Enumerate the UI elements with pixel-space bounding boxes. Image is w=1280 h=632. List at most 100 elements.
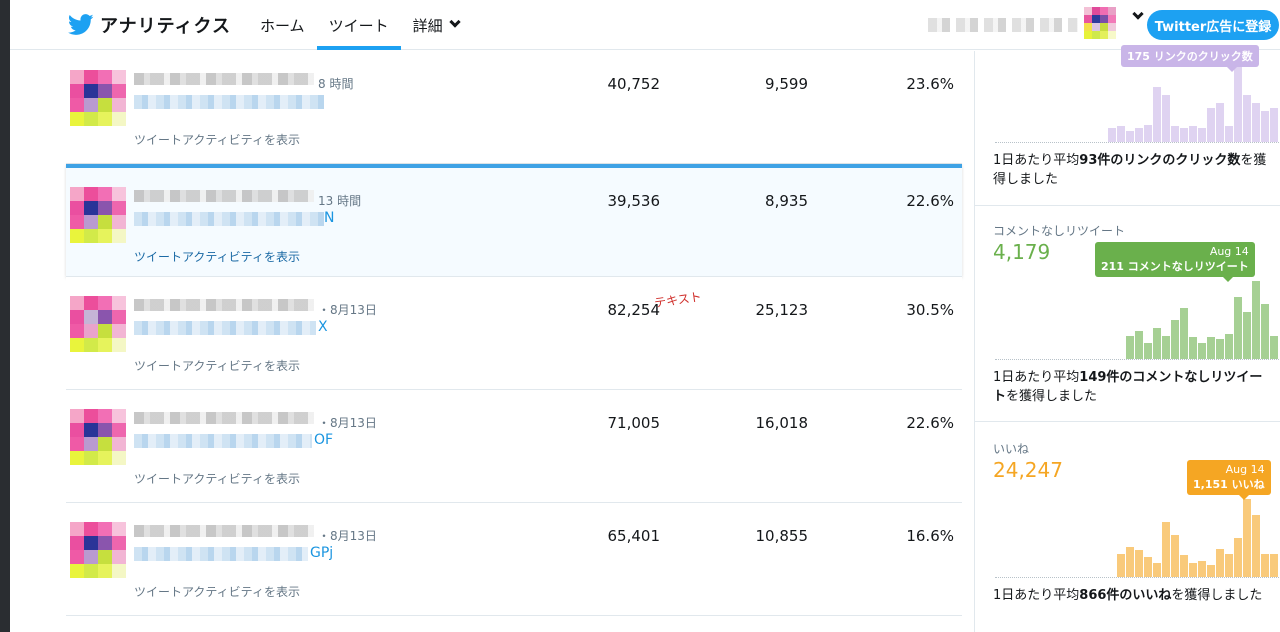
tooltip-date: Aug 14 <box>1225 463 1265 476</box>
engagements-value: 25,123 <box>755 301 809 319</box>
nav-more[interactable]: 詳細 <box>401 0 471 50</box>
window-frame-left <box>0 0 10 632</box>
chart-bar[interactable] <box>1162 95 1170 142</box>
engagement-rate-value: 22.6% <box>906 414 954 432</box>
chart-bar[interactable] <box>1198 343 1206 359</box>
chart-bar[interactable] <box>1216 549 1224 577</box>
tweet-link-fragment[interactable]: GPj <box>310 545 333 561</box>
blurred-author-name <box>134 412 314 424</box>
chart-bar[interactable] <box>1225 126 1233 142</box>
chart-bar[interactable] <box>1180 555 1188 577</box>
chart-bar[interactable] <box>1198 561 1206 577</box>
chart-bar[interactable] <box>1117 126 1125 142</box>
chart-bar[interactable] <box>1189 563 1197 577</box>
tweet-time: ・8月13日 <box>318 529 377 543</box>
retweets-bar-chart[interactable] <box>995 280 1280 360</box>
view-tweet-activity-link[interactable]: ツイートアクティビティを表示 <box>134 583 300 600</box>
chart-bar[interactable] <box>1189 337 1197 359</box>
chart-bar[interactable] <box>1252 515 1260 577</box>
chart-bar[interactable] <box>1225 334 1233 359</box>
chart-bar[interactable] <box>1135 331 1143 359</box>
chart-bar[interactable] <box>1144 343 1152 359</box>
chart-bar[interactable] <box>1135 128 1143 142</box>
tweet-row[interactable]: ・8月13日 OF ツイートアクティビティを表示 71,005 16,018 2… <box>66 390 962 503</box>
chart-bar[interactable] <box>1234 64 1242 142</box>
chart-bar[interactable] <box>1261 111 1269 142</box>
blurred-tweet-text[interactable] <box>134 321 316 335</box>
chart-bar[interactable] <box>1171 126 1179 142</box>
chart-bar[interactable] <box>1117 554 1125 577</box>
brand[interactable]: アナリティクス <box>68 12 231 38</box>
twitter-ads-signup-button[interactable]: Twitter広告に登録 <box>1147 10 1279 40</box>
chart-bar[interactable] <box>1216 339 1224 359</box>
tweet-link-fragment[interactable]: X <box>318 319 328 335</box>
retweets-summary: 1日あたり平均149件のコメントなしリツイートを獲得しました <box>993 368 1271 406</box>
view-tweet-activity-link[interactable]: ツイートアクティビティを表示 <box>134 357 300 374</box>
chart-bar[interactable] <box>1243 312 1251 359</box>
chart-bar[interactable] <box>1180 308 1188 359</box>
nav-home[interactable]: ホーム <box>248 0 317 50</box>
summary-prefix: 1日あたり平均 <box>993 370 1080 385</box>
chart-bar[interactable] <box>1243 95 1251 142</box>
tweet-row-selected[interactable]: 13 時間 N ツイートアクティビティを表示 39,536 8,935 22.6… <box>66 164 962 277</box>
link-clicks-bar-chart[interactable] <box>995 63 1280 143</box>
link-clicks-tooltip: 175 リンクのクリック数 <box>1121 45 1259 72</box>
view-tweet-activity-link[interactable]: ツイートアクティビティを表示 <box>134 248 300 265</box>
chart-bar[interactable] <box>1234 297 1242 359</box>
analytics-page: アナリティクス ホーム ツイート 詳細 Twitter広告に登録 8 時間 ツイ… <box>10 0 1280 632</box>
chart-bar[interactable] <box>1153 87 1161 142</box>
chart-bar[interactable] <box>1126 336 1134 359</box>
account-menu-chevron-icon[interactable] <box>1132 8 1144 20</box>
chart-bar[interactable] <box>1243 499 1251 577</box>
blurred-tweet-text[interactable] <box>134 547 308 561</box>
chart-bar[interactable] <box>1153 563 1161 577</box>
chart-bar[interactable] <box>1189 126 1197 142</box>
chart-bar[interactable] <box>1153 328 1161 359</box>
tweet-link-fragment[interactable]: N <box>324 210 334 226</box>
chart-bar[interactable] <box>1252 281 1260 359</box>
nav-tweets-label: ツイート <box>328 16 389 35</box>
tweet-link-fragment[interactable]: OF <box>314 432 333 448</box>
chart-bar[interactable] <box>1261 304 1269 359</box>
chart-bar[interactable] <box>1162 522 1170 577</box>
chart-bar[interactable] <box>1135 550 1143 577</box>
chart-bar[interactable] <box>1126 547 1134 577</box>
avatar <box>70 296 126 352</box>
blurred-tweet-text[interactable] <box>134 212 324 226</box>
chart-bar[interactable] <box>1207 565 1215 577</box>
likes-bar-chart[interactable] <box>995 498 1280 578</box>
engagement-rate-value: 22.6% <box>906 192 954 210</box>
chart-bar[interactable] <box>1261 554 1269 577</box>
chart-bar[interactable] <box>1144 557 1152 577</box>
tweet-row[interactable]: ・8月13日 GPj ツイートアクティビティを表示 65,401 10,855 … <box>66 503 962 616</box>
view-tweet-activity-link[interactable]: ツイートアクティビティを表示 <box>134 470 300 487</box>
chart-bar[interactable] <box>1270 554 1278 577</box>
chart-bar[interactable] <box>1171 320 1179 359</box>
chart-bar[interactable] <box>1234 538 1242 577</box>
tweet-row[interactable]: 8 時間 ツイートアクティビティを表示 40,752 9,599 23.6% <box>66 51 962 164</box>
blurred-tweet-text[interactable] <box>134 434 312 448</box>
nav-tweets[interactable]: ツイート <box>316 0 401 50</box>
chart-bar[interactable] <box>1207 337 1215 359</box>
avatar[interactable] <box>1084 6 1116 40</box>
blurred-tweet-text[interactable] <box>134 95 324 109</box>
chart-bar[interactable] <box>1126 131 1134 142</box>
chart-bar[interactable] <box>1198 128 1206 142</box>
tweet-row[interactable]: ・8月13日 X ツイートアクティビティを表示 82,254 テキスト 25,1… <box>66 277 962 390</box>
chart-bar[interactable] <box>1171 535 1179 577</box>
view-tweet-activity-link[interactable]: ツイートアクティビティを表示 <box>134 131 300 148</box>
likes-card: いいね 24,247 Aug 14 1,151 いいね 1日あたり平均866件の… <box>975 430 1280 632</box>
chart-bar[interactable] <box>1162 336 1170 359</box>
chart-bar[interactable] <box>1207 108 1215 142</box>
summary-panel: 175 リンクのクリック数 1日あたり平均93件のリンクのクリック数を獲得しまし… <box>974 45 1280 632</box>
chart-bar[interactable] <box>1270 336 1278 359</box>
chart-bar[interactable] <box>1225 554 1233 577</box>
chart-bar[interactable] <box>1216 103 1224 142</box>
chart-bar[interactable] <box>1108 128 1116 142</box>
chart-bar[interactable] <box>1180 128 1188 142</box>
chart-bar[interactable] <box>1270 108 1278 142</box>
chart-bar[interactable] <box>1144 125 1152 142</box>
impressions-value: 71,005 <box>607 414 661 432</box>
chart-bar[interactable] <box>1252 103 1260 142</box>
likes-summary: 1日あたり平均866件のいいねを獲得しました <box>993 586 1271 605</box>
